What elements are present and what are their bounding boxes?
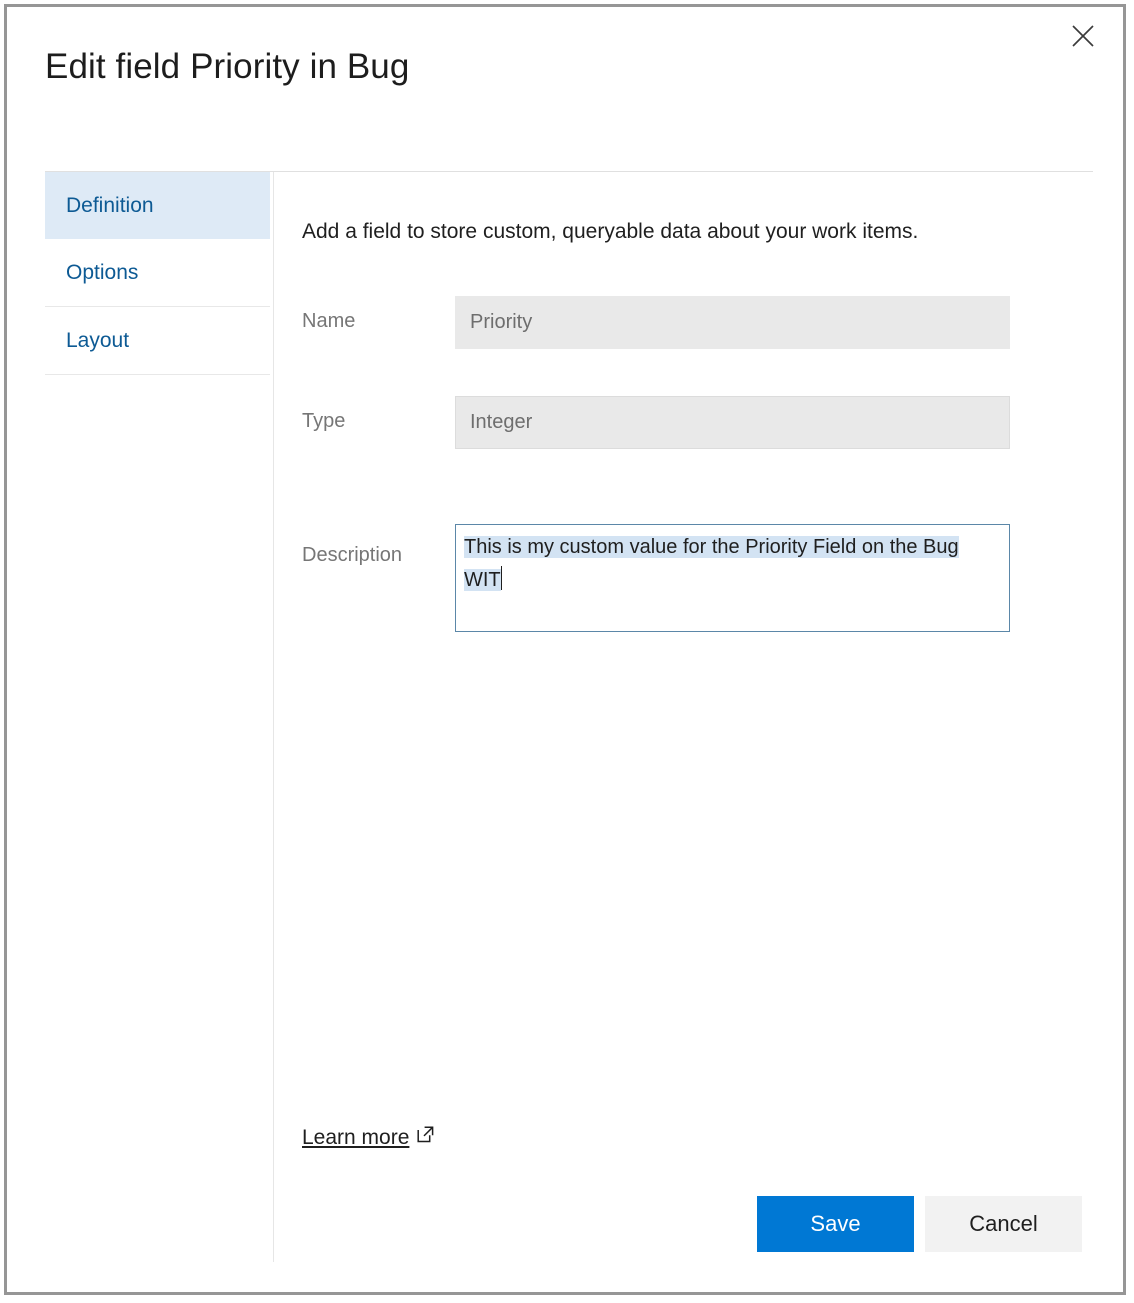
external-link-icon (416, 1125, 435, 1150)
page-title: Edit field Priority in Bug (45, 47, 409, 87)
description-textarea[interactable]: This is my custom value for the Priority… (455, 524, 1010, 632)
close-icon (1070, 23, 1096, 49)
description-field-control: This is my custom value for the Priority… (455, 524, 1010, 632)
name-field-label: Name (302, 310, 355, 333)
type-input: Integer (455, 396, 1010, 449)
sidebar-item-definition[interactable]: Definition (45, 172, 270, 239)
close-button[interactable] (1064, 17, 1102, 55)
sidebar-item-layout[interactable]: Layout (45, 307, 270, 374)
learn-more-label: Learn more (302, 1126, 409, 1150)
description-field-label: Description (302, 544, 402, 567)
pane-description: Add a field to store custom, queryable d… (302, 220, 918, 244)
sidebar-separator (45, 374, 270, 375)
dialog-footer: Save Cancel (757, 1196, 1082, 1252)
sidebar-item-options[interactable]: Options (45, 239, 270, 306)
name-field-control: Priority (455, 296, 1010, 349)
name-input: Priority (455, 296, 1010, 349)
sidebar-item-label: Layout (66, 329, 129, 353)
sidebar-item-label: Definition (66, 194, 154, 218)
definition-pane: Add a field to store custom, queryable d… (274, 172, 1123, 1292)
dialog-sidebar: Definition Options Layout (45, 172, 270, 375)
description-selected-text: This is my custom value for the Priority… (464, 536, 959, 591)
dialog-header: Edit field Priority in Bug (7, 7, 1123, 171)
type-field-control: Integer (455, 396, 1010, 449)
dialog-body: Definition Options Layout Add a field to… (7, 171, 1123, 1292)
edit-field-dialog: Edit field Priority in Bug Definition Op… (4, 4, 1126, 1295)
sidebar-item-label: Options (66, 261, 138, 285)
cancel-button[interactable]: Cancel (925, 1196, 1082, 1252)
text-caret (501, 566, 502, 590)
type-field-label: Type (302, 410, 345, 433)
save-button[interactable]: Save (757, 1196, 914, 1252)
learn-more-link[interactable]: Learn more (302, 1125, 435, 1150)
